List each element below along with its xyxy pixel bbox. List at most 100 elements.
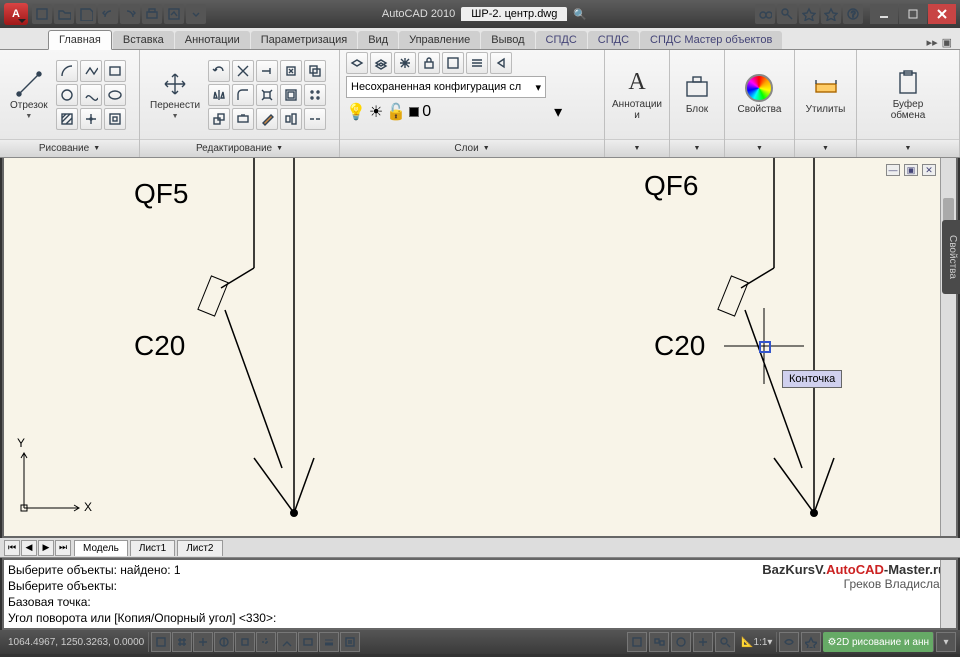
anno-auto-icon[interactable] (801, 632, 821, 652)
clipboard-button[interactable]: Буферобмена (887, 67, 930, 123)
ducs-icon[interactable] (277, 632, 297, 652)
vp-close-icon[interactable]: ✕ (922, 164, 936, 176)
explode-icon[interactable] (256, 84, 278, 106)
spline-icon[interactable] (80, 84, 102, 106)
panel-util-title[interactable]: ▼ (795, 139, 856, 157)
sheet-last-icon[interactable]: ⏭ (55, 540, 71, 556)
sheet-list2[interactable]: Лист2 (177, 540, 222, 556)
panel-draw-title[interactable]: Рисование▼ (0, 139, 139, 157)
text-button[interactable]: A Аннотациии (608, 67, 666, 123)
layer-freeze-icon[interactable] (394, 52, 416, 74)
status-tray-icon[interactable]: ▾ (936, 632, 956, 652)
align-icon[interactable] (280, 108, 302, 130)
array-icon[interactable] (304, 84, 326, 106)
tab-spds1[interactable]: СПДС (536, 31, 587, 49)
canvas-scrollbar-v[interactable] (940, 158, 956, 536)
polar-icon[interactable] (214, 632, 234, 652)
qat-undo-icon[interactable] (98, 4, 118, 24)
anno-scale[interactable]: 📐 1:1 ▾ (737, 632, 777, 652)
move-button[interactable]: Перенести ▼ (146, 68, 204, 122)
arc-icon[interactable] (56, 60, 78, 82)
model-icon[interactable] (627, 632, 647, 652)
layer-state-combo[interactable]: Несохраненная конфигурация сл▾ (346, 76, 546, 98)
file-tab[interactable]: ШР-2. центр.dwg (461, 7, 567, 21)
binoculars-icon[interactable] (755, 4, 775, 24)
line-button[interactable]: Отрезок ▼ (6, 68, 52, 122)
star-icon[interactable] (799, 4, 819, 24)
app-menu-button[interactable]: A (4, 3, 28, 25)
workspace-combo[interactable]: ⚙ 2D рисование и анн (823, 632, 934, 652)
drawing-canvas[interactable]: QF5 QF6 C20 C20 Y X Конточка — ▣ ✕ (2, 158, 958, 538)
sheet-first-icon[interactable]: ⏮ (4, 540, 20, 556)
snap-icon[interactable] (151, 632, 171, 652)
layer-iso-icon[interactable] (442, 52, 464, 74)
tab-view[interactable]: Вид (358, 31, 398, 49)
tab-spds3[interactable]: СПДС Мастер объектов (640, 31, 782, 49)
rotate-icon[interactable] (208, 60, 230, 82)
maximize-button[interactable] (899, 4, 927, 24)
hatch-icon[interactable] (56, 108, 78, 130)
tab-output[interactable]: Вывод (481, 31, 534, 49)
block-button[interactable]: Блок (679, 72, 715, 117)
break-icon[interactable] (304, 108, 326, 130)
qp-icon[interactable] (340, 632, 360, 652)
ortho-icon[interactable] (193, 632, 213, 652)
mirror-icon[interactable] (208, 84, 230, 106)
qat-new-icon[interactable] (32, 4, 52, 24)
minimize-button[interactable] (870, 4, 898, 24)
polyline-icon[interactable] (80, 60, 102, 82)
qat-save-icon[interactable] (76, 4, 96, 24)
star2-icon[interactable] (821, 4, 841, 24)
trim-icon[interactable] (232, 60, 254, 82)
layer-lock-icon[interactable] (418, 52, 440, 74)
tab-insert[interactable]: Вставка (113, 31, 174, 49)
offset-icon[interactable] (280, 84, 302, 106)
layer-match-icon[interactable] (466, 52, 488, 74)
circle-icon[interactable] (56, 84, 78, 106)
close-button[interactable] (928, 4, 956, 24)
sheet-prev-icon[interactable]: ◀ (21, 540, 37, 556)
tab-param[interactable]: Параметризация (251, 31, 357, 49)
vp-minimize-icon[interactable]: — (886, 164, 900, 176)
panel-clip-title[interactable]: ▼ (857, 139, 959, 157)
search-icon[interactable]: 🔍 (573, 8, 587, 21)
ribbon-overflow-icon[interactable]: ▸▸ (927, 36, 938, 49)
tab-main[interactable]: Главная (48, 30, 112, 50)
stretch-icon[interactable] (232, 108, 254, 130)
qat-open-icon[interactable] (54, 4, 74, 24)
brush-icon[interactable] (256, 108, 278, 130)
grid-icon[interactable] (172, 632, 192, 652)
tab-annot[interactable]: Аннотации (175, 31, 250, 49)
lwt-icon[interactable] (319, 632, 339, 652)
layer-current-row[interactable]: 💡 ☀ 🔓 0 ▾ (346, 102, 562, 122)
tab-spds2[interactable]: СПДС (588, 31, 639, 49)
panel-props-title[interactable]: ▼ (725, 139, 794, 157)
layer-prop-icon[interactable] (346, 52, 368, 74)
qat-plot-icon[interactable] (164, 4, 184, 24)
sheet-model[interactable]: Модель (74, 540, 128, 556)
anno-vis-icon[interactable] (779, 632, 799, 652)
otrack-icon[interactable] (256, 632, 276, 652)
ribbon-expand-icon[interactable]: ▣ (942, 36, 952, 49)
panel-layers-title[interactable]: Слои▼ (340, 139, 604, 157)
ellipse-icon[interactable] (104, 84, 126, 106)
nav-icon[interactable] (671, 632, 691, 652)
qat-more-icon[interactable] (186, 4, 206, 24)
key-icon[interactable] (777, 4, 797, 24)
panel-block-title[interactable]: ▼ (670, 139, 724, 157)
panel-annot-title[interactable]: ▼ (605, 139, 669, 157)
erase-icon[interactable] (280, 60, 302, 82)
properties-palette-tab[interactable]: Свойства (942, 220, 960, 294)
sheet-list1[interactable]: Лист1 (130, 540, 175, 556)
qat-redo-icon[interactable] (120, 4, 140, 24)
dyn-icon[interactable] (298, 632, 318, 652)
copy-icon[interactable] (304, 60, 326, 82)
sheet-next-icon[interactable]: ▶ (38, 540, 54, 556)
extend-icon[interactable] (256, 60, 278, 82)
util-button[interactable]: Утилиты (802, 72, 850, 117)
layer-on-icon[interactable] (370, 52, 392, 74)
tab-manage[interactable]: Управление (399, 31, 480, 49)
panel-modify-title[interactable]: Редактирование▼ (140, 139, 339, 157)
vp-restore-icon[interactable]: ▣ (904, 164, 918, 176)
qview-icon[interactable] (649, 632, 669, 652)
